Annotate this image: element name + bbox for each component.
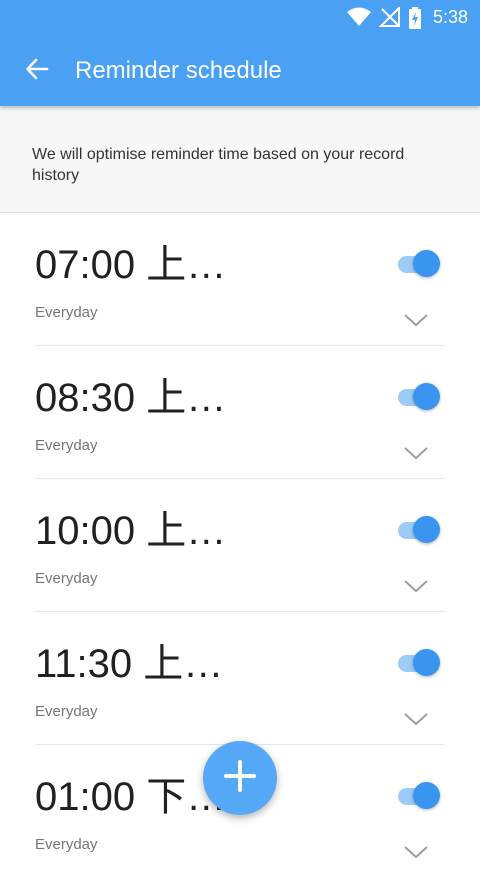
info-text: We will optimise reminder time based on … — [32, 146, 405, 184]
reminder-repeat: Everyday — [35, 570, 98, 587]
chevron-down-icon[interactable] — [402, 444, 430, 462]
reminder-row[interactable]: 07:00 上… Everyday — [0, 213, 480, 346]
chevron-down-icon[interactable] — [402, 710, 430, 728]
chevron-down-icon[interactable] — [402, 311, 430, 329]
battery-charging-icon — [408, 7, 422, 34]
reminder-row[interactable]: 11:30 上… Everyday — [0, 612, 480, 745]
add-reminder-button[interactable] — [203, 741, 277, 815]
toggle-thumb — [413, 383, 440, 410]
reminder-toggle[interactable] — [398, 250, 442, 278]
back-button[interactable] — [14, 48, 60, 94]
page-title: Reminder schedule — [75, 57, 282, 84]
chevron-down-icon[interactable] — [402, 843, 430, 861]
no-signal-icon — [378, 5, 401, 32]
reminder-toggle[interactable] — [398, 782, 442, 810]
chevron-down-icon[interactable] — [402, 577, 430, 595]
reminder-toggle[interactable] — [398, 383, 442, 411]
reminder-row[interactable]: 08:30 上… Everyday — [0, 346, 480, 479]
toggle-thumb — [413, 250, 440, 277]
wifi-icon — [346, 7, 372, 32]
reminder-repeat: Everyday — [35, 437, 98, 454]
reminder-toggle[interactable] — [398, 516, 442, 544]
reminder-time[interactable]: 07:00 上… — [35, 239, 226, 291]
reminder-row[interactable]: 10:00 上… Everyday — [0, 479, 480, 612]
reminder-time[interactable]: 11:30 上… — [35, 638, 223, 690]
status-bar: 5:38 — [0, 0, 480, 34]
plus-icon — [224, 759, 256, 797]
toggle-thumb — [413, 516, 440, 543]
toggle-thumb — [413, 649, 440, 676]
reminder-time[interactable]: 01:00 下… — [35, 771, 226, 823]
reminder-time[interactable]: 08:30 上… — [35, 372, 226, 424]
arrow-left-icon — [25, 57, 49, 86]
info-banner: We will optimise reminder time based on … — [0, 106, 480, 213]
reminder-time[interactable]: 10:00 上… — [35, 505, 226, 557]
status-time: 5:38 — [432, 7, 468, 27]
app-bar: 5:38 Reminder schedule — [0, 0, 480, 106]
reminder-repeat: Everyday — [35, 836, 98, 853]
toggle-thumb — [413, 782, 440, 809]
reminder-repeat: Everyday — [35, 703, 98, 720]
reminder-toggle[interactable] — [398, 649, 442, 677]
reminder-repeat: Everyday — [35, 304, 98, 321]
